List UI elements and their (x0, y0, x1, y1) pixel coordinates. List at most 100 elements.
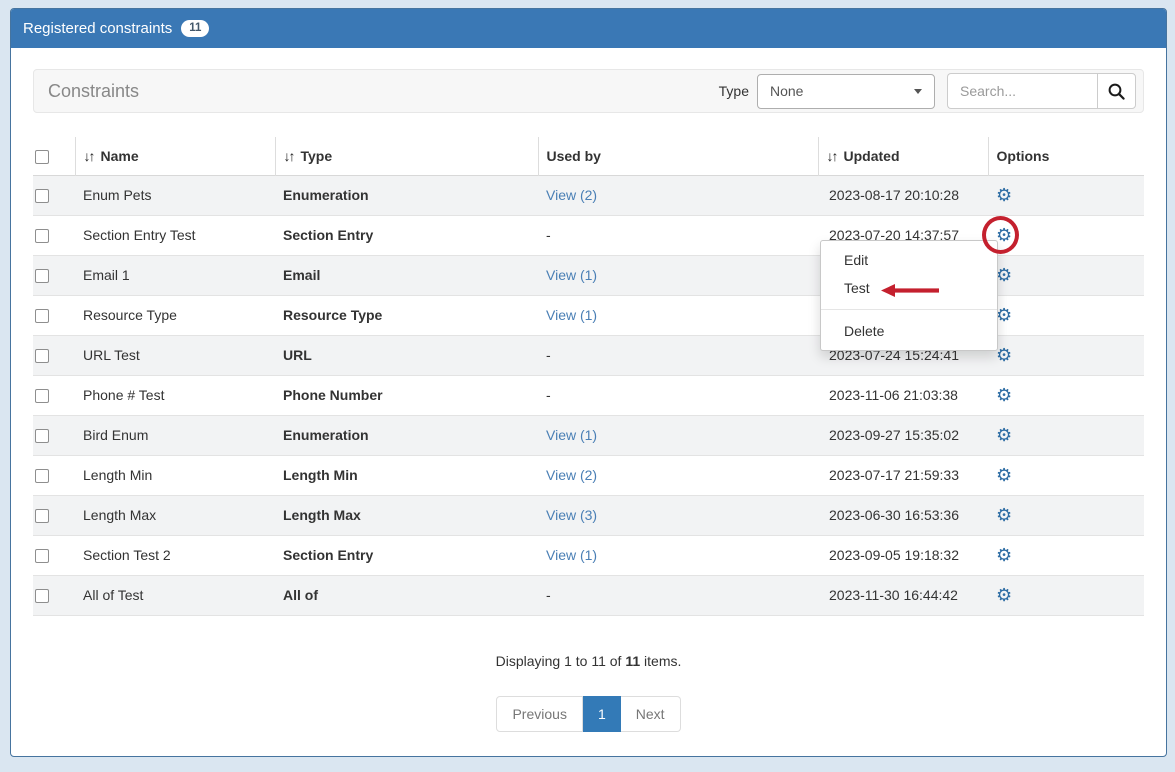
magnifier-icon (1107, 82, 1126, 101)
search-input[interactable] (947, 73, 1097, 109)
table-row: Section Test 2Section Entry View (1) 2023-… (33, 535, 1144, 575)
gear-icon[interactable]: ⚙ (996, 546, 1012, 564)
constraint-name: Bird Enum (75, 415, 275, 455)
used-by-view-link[interactable]: View (2) (546, 187, 597, 203)
row-checkbox[interactable] (35, 469, 49, 483)
type-filter-select[interactable]: None (757, 74, 935, 109)
pagination-page-1-button[interactable]: 1 (583, 696, 621, 732)
panel-body: Constraints Type None (11, 48, 1166, 732)
table-row: Length MaxLength MaxView (3)2023-06-30 1… (33, 495, 1144, 535)
used-by-view-link[interactable]: View (1) (546, 267, 597, 283)
select-all-checkbox[interactable] (35, 150, 49, 164)
column-header-options: Options (988, 137, 1144, 175)
row-checkbox[interactable] (35, 509, 49, 523)
options-cell: ⚙ (988, 215, 1144, 255)
constraint-type: Length Max (275, 495, 538, 535)
gear-icon[interactable]: ⚙ (996, 306, 1012, 324)
row-checkbox[interactable] (35, 189, 49, 203)
constraint-type: Phone Number (275, 375, 538, 415)
updated-timestamp: 2023-11-06 21:03:38 (818, 375, 988, 415)
options-cell: ⚙ (988, 175, 1144, 215)
updated-timestamp: 2023-08-17 20:10:28 (818, 175, 988, 215)
used-by-cell: View (2) (538, 175, 818, 215)
constraint-name: Length Min (75, 455, 275, 495)
dropdown-item-delete[interactable]: Delete (821, 317, 997, 345)
row-checkbox[interactable] (35, 429, 49, 443)
gear-icon[interactable]: ⚙ (996, 346, 1012, 364)
sort-icon: ↓↑ (284, 148, 294, 164)
displaying-summary: Displaying 1 to 11 of 11 items. (33, 653, 1144, 669)
search-group (947, 73, 1136, 109)
total-count: 11 (625, 653, 640, 669)
gear-icon[interactable]: ⚙ (996, 466, 1012, 484)
gear-icon[interactable]: ⚙ (996, 426, 1012, 444)
row-checkbox[interactable] (35, 389, 49, 403)
options-cell: ⚙ (988, 255, 1144, 295)
sort-icon: ↓↑ (84, 148, 94, 164)
column-header-type[interactable]: ↓↑Type (275, 137, 538, 175)
type-filter-label: Type (719, 83, 749, 99)
updated-timestamp: 2023-09-05 19:18:32 (818, 535, 988, 575)
options-cell: ⚙ (988, 375, 1144, 415)
options-cell: ⚙ (988, 495, 1144, 535)
table-row: Bird EnumEnumerationView (1)2023-09-27 1… (33, 415, 1144, 455)
gear-icon[interactable]: ⚙ (996, 226, 1012, 244)
options-cell: ⚙ (988, 575, 1144, 615)
options-cell: ⚙ (988, 335, 1144, 375)
gear-icon[interactable]: ⚙ (996, 266, 1012, 284)
constraint-name: Enum Pets (75, 175, 275, 215)
table-header: ↓↑Name ↓↑Type Used by ↓↑Updated Options (33, 137, 1144, 175)
panel-heading: Registered constraints 11 (11, 9, 1166, 48)
row-checkbox[interactable] (35, 229, 49, 243)
constraint-name: Section Entry Test (75, 215, 275, 255)
dropdown-item-test[interactable]: Test (821, 274, 997, 302)
panel-title: Registered constraints (23, 20, 172, 37)
constraints-panel: Registered constraints 11 Constraints Ty… (10, 8, 1167, 757)
used-by-cell: View (1) (538, 255, 818, 295)
used-by-view-link[interactable]: View (3) (546, 507, 597, 523)
constraint-name: Section Test 2 (75, 535, 275, 575)
used-by-view-link[interactable]: View (2) (546, 467, 597, 483)
toolbar-title: Constraints (48, 81, 139, 102)
gear-icon[interactable]: ⚙ (996, 506, 1012, 524)
used-by-cell: View (1) (538, 295, 818, 335)
row-checkbox[interactable] (35, 349, 49, 363)
constraint-type: Section Entry (275, 535, 538, 575)
options-cell: ⚙ (988, 295, 1144, 335)
row-checkbox[interactable] (35, 309, 49, 323)
gear-icon[interactable]: ⚙ (996, 186, 1012, 204)
chevron-down-icon (914, 89, 922, 94)
table-row: All of TestAll of-2023-11-30 16:44:42⚙ (33, 575, 1144, 615)
used-by-view-link[interactable]: View (1) (546, 547, 597, 563)
used-by-cell: View (1) (538, 415, 818, 455)
constraint-type: Resource Type (275, 295, 538, 335)
pagination-previous-button[interactable]: Previous (496, 696, 582, 732)
column-header-name[interactable]: ↓↑Name (75, 137, 275, 175)
row-checkbox[interactable] (35, 589, 49, 603)
used-by-view-link[interactable]: View (1) (546, 427, 597, 443)
dropdown-divider (821, 309, 997, 310)
constraint-type: Enumeration (275, 175, 538, 215)
type-filter-selected-value: None (770, 83, 803, 99)
gear-icon[interactable]: ⚙ (996, 586, 1012, 604)
pagination-next-button[interactable]: Next (621, 696, 681, 732)
used-by-cell: View (3) (538, 495, 818, 535)
gear-icon[interactable]: ⚙ (996, 386, 1012, 404)
row-checkbox[interactable] (35, 549, 49, 563)
pagination: Previous 1 Next (33, 696, 1144, 732)
page: { "colors": { "header_blue": "#3a78b5", … (0, 0, 1175, 772)
updated-timestamp: 2023-09-27 15:35:02 (818, 415, 988, 455)
sort-icon: ↓↑ (827, 148, 837, 164)
toolbar: Constraints Type None (33, 69, 1144, 113)
used-by-view-link[interactable]: View (1) (546, 307, 597, 323)
row-checkbox[interactable] (35, 269, 49, 283)
constraint-name: Length Max (75, 495, 275, 535)
count-badge: 11 (181, 20, 209, 38)
column-header-updated[interactable]: ↓↑Updated (818, 137, 988, 175)
search-button[interactable] (1097, 73, 1136, 109)
constraint-type: Email (275, 255, 538, 295)
options-cell: ⚙ (988, 455, 1144, 495)
dropdown-item-edit[interactable]: Edit (821, 246, 997, 274)
used-by-cell: View (1) (538, 535, 818, 575)
options-cell: ⚙ (988, 415, 1144, 455)
